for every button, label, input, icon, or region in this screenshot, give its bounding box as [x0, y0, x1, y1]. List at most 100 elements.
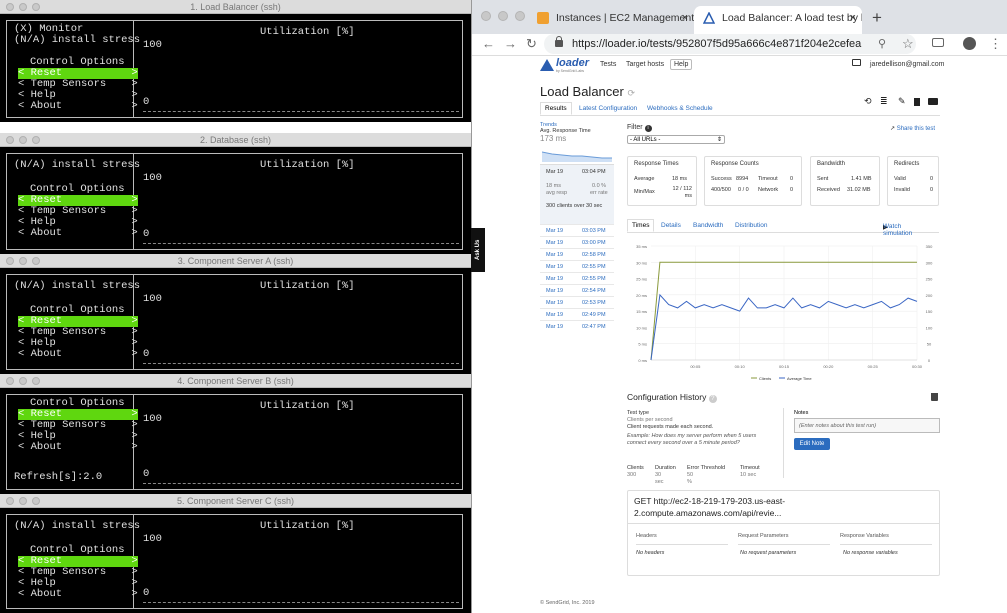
- tab-bandwidth[interactable]: Bandwidth: [693, 222, 723, 229]
- test-run-row[interactable]: Mar 19 02:47 PM: [540, 320, 614, 332]
- bookmark-star-icon[interactable]: ☆: [902, 36, 914, 52]
- terminal-body: (N/A) install stress Control Options < Res…: [0, 508, 471, 613]
- nav-target-hosts[interactable]: Target hosts: [626, 61, 664, 68]
- request-box: GET http://ec2-18-219-179-203.us-east-2.…: [627, 490, 940, 576]
- current-run-clients: 300 clients over 30 sec: [546, 203, 603, 209]
- test-run-row[interactable]: Mar 19 02:58 PM: [540, 248, 614, 260]
- test-run-row[interactable]: Mar 19 02:49 PM: [540, 308, 614, 320]
- close-window-icon[interactable]: [6, 377, 14, 385]
- terminal-titlebar: 3. Component Server A (ssh): [0, 254, 471, 268]
- url-filter-select[interactable]: - All URLs - ⇕: [627, 135, 725, 144]
- test-run-row[interactable]: Mar 19 02:55 PM: [540, 260, 614, 272]
- test-run-row[interactable]: Mar 19 03:00 PM: [540, 236, 614, 248]
- share-link[interactable]: ↗ Share this test: [890, 125, 935, 132]
- close-tab-icon[interactable]: ×: [850, 6, 856, 30]
- install-stress-option[interactable]: (N/A) install stress: [14, 160, 140, 171]
- test-type-label: Test type: [627, 410, 650, 416]
- loader-logo[interactable]: loader by SendGrid Labs: [540, 57, 589, 73]
- trends-panel[interactable]: Trends Avg. Response Time 173 ms: [540, 122, 614, 164]
- about-option[interactable]: < About >: [18, 349, 138, 360]
- camera-icon[interactable]: [932, 38, 944, 47]
- close-window-icon[interactable]: [6, 3, 14, 11]
- profile-icon[interactable]: [963, 37, 976, 50]
- minimize-window-icon[interactable]: [19, 497, 27, 505]
- utilization-max-label: 100: [143, 293, 162, 305]
- clients-label: Clients: [627, 465, 644, 471]
- about-option[interactable]: < About >: [18, 589, 138, 600]
- reload-icon[interactable]: ↻: [526, 36, 537, 52]
- info-icon[interactable]: i: [644, 125, 652, 132]
- redirects-title: Redirects: [894, 161, 920, 167]
- zoom-window-icon[interactable]: [32, 377, 40, 385]
- y-left-tick-label: 35 ms: [636, 244, 647, 249]
- test-run-row[interactable]: Mar 19 02:54 PM: [540, 284, 614, 296]
- tab-loader[interactable]: Load Balancer: A load test by l ×: [694, 6, 862, 34]
- forward-icon[interactable]: →: [504, 36, 517, 51]
- test-example: Example: How does my server perform when…: [627, 433, 757, 446]
- tab-ec2[interactable]: Instances | EC2 Management C ×: [528, 6, 694, 34]
- response-counts-title: Response Counts: [711, 161, 759, 167]
- edit-title-icon[interactable]: ⟳: [627, 88, 635, 98]
- tab-distribution[interactable]: Distribution: [735, 222, 768, 229]
- test-run-row[interactable]: Mar 19 03:03 PM: [540, 224, 614, 236]
- current-run-err: 0.0 %: [592, 183, 607, 189]
- zoom-window-icon[interactable]: [32, 257, 40, 265]
- terminal-title: 1. Load Balancer (ssh): [190, 2, 281, 12]
- minimize-window-icon[interactable]: [19, 257, 27, 265]
- close-window-icon[interactable]: [481, 11, 491, 21]
- zoom-window-icon[interactable]: [32, 136, 40, 144]
- ask-us-tab[interactable]: Ask Us: [471, 228, 485, 272]
- about-option[interactable]: < About >: [18, 101, 138, 112]
- current-run[interactable]: Mar 19 03:04 PM 18 ms 0.0 % avg resp err…: [540, 164, 614, 224]
- address-bar[interactable]: https://loader.io/tests/952807f5d95a666c…: [544, 34, 916, 54]
- zoom-window-icon[interactable]: [32, 3, 40, 11]
- success-label: Success: [711, 176, 732, 182]
- help-button[interactable]: Help: [670, 59, 693, 70]
- minimize-window-icon[interactable]: [19, 3, 27, 11]
- help-icon[interactable]: ?: [708, 395, 717, 403]
- run-time: 02:47 PM: [582, 324, 606, 330]
- install-stress-option[interactable]: (N/A) install stress: [14, 35, 140, 46]
- close-window-icon[interactable]: [6, 497, 14, 505]
- account-menu[interactable]: jaredellison@gmail.com: [870, 61, 944, 68]
- terminal-window: 2. Database (ssh) (N/A) install stress Con…: [0, 133, 471, 254]
- nav-tests[interactable]: Tests: [600, 61, 616, 68]
- utilization-min-label: 0: [143, 228, 150, 240]
- utilization-axis: [143, 243, 459, 244]
- terminal-window: 1. Load Balancer (ssh) (X) Monitor (N/A) i…: [0, 0, 471, 122]
- test-run-row[interactable]: Mar 19 02:53 PM: [540, 296, 614, 308]
- zoom-icon[interactable]: ⚲: [878, 37, 886, 50]
- current-run-date: Mar 19: [546, 169, 564, 175]
- minimize-window-icon[interactable]: [19, 377, 27, 385]
- install-stress-option[interactable]: (N/A) install stress: [14, 281, 140, 292]
- tab-details[interactable]: Details: [661, 222, 681, 229]
- install-stress-option[interactable]: (N/A) install stress: [14, 521, 140, 532]
- close-tab-icon[interactable]: ×: [682, 6, 688, 30]
- terminal-titlebar: 5. Component Server C (ssh): [0, 494, 471, 508]
- chat-icon[interactable]: [852, 59, 861, 66]
- edit-note-button[interactable]: Edit Note: [794, 438, 830, 450]
- request-url[interactable]: GET http://ec2-18-219-179-203.us-east-2.…: [634, 495, 834, 519]
- close-window-icon[interactable]: [6, 257, 14, 265]
- tab-label: Instances | EC2 Management C: [556, 12, 694, 24]
- test-run-row[interactable]: Mar 19 02:55 PM: [540, 272, 614, 284]
- new-tab-button[interactable]: +: [872, 8, 882, 28]
- current-run-time: 03:04 PM: [582, 169, 606, 175]
- network-value: 0: [790, 187, 794, 193]
- about-option[interactable]: < About >: [18, 228, 138, 239]
- trash-icon[interactable]: [931, 393, 938, 401]
- minimize-window-icon[interactable]: [498, 11, 508, 21]
- tab-results[interactable]: Results: [540, 102, 572, 115]
- tab-webhooks-schedule[interactable]: Webhooks & Schedule: [647, 105, 713, 112]
- zoom-window-icon[interactable]: [32, 497, 40, 505]
- minimize-window-icon[interactable]: [19, 136, 27, 144]
- menu-icon[interactable]: ⋮: [989, 36, 1002, 52]
- notes-input[interactable]: (Enter notes about this test run): [794, 418, 940, 433]
- tab-times[interactable]: Times: [627, 219, 655, 232]
- tab-latest-configuration[interactable]: Latest Configuration: [579, 105, 637, 112]
- zoom-window-icon[interactable]: [515, 11, 525, 21]
- close-window-icon[interactable]: [6, 136, 14, 144]
- x-tick-label: 00:20: [823, 364, 834, 369]
- back-icon[interactable]: ←: [482, 36, 495, 51]
- about-option[interactable]: < About >: [18, 442, 138, 453]
